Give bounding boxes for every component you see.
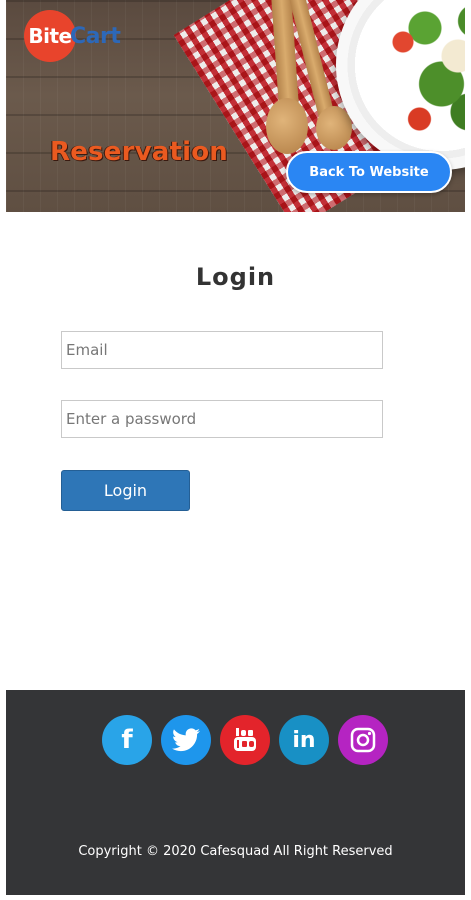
email-input[interactable]	[61, 331, 383, 369]
password-input[interactable]	[61, 400, 383, 438]
footer: f in Copyright © 2020 Cafesquad All Righ…	[6, 690, 465, 895]
facebook-icon[interactable]: f	[102, 715, 152, 765]
twitter-icon[interactable]	[161, 715, 211, 765]
logo-text-bite: Bite	[28, 24, 72, 48]
salad-image	[381, 0, 465, 140]
logo-circle: Bite	[24, 10, 76, 62]
login-button[interactable]: Login	[61, 470, 190, 511]
copyright-text: Copyright © 2020 Cafesquad All Right Res…	[78, 844, 393, 859]
reservation-title: Reservation	[50, 137, 228, 167]
spoon-head-decoration	[266, 98, 308, 154]
youtube-icon[interactable]	[220, 715, 270, 765]
instagram-icon[interactable]	[338, 715, 388, 765]
linkedin-icon[interactable]: in	[279, 715, 329, 765]
hero-banner: Bite Cart Reservation Back To Website	[6, 0, 465, 212]
login-heading: Login	[195, 263, 276, 291]
back-to-website-button[interactable]: Back To Website	[286, 151, 452, 193]
bitecart-logo[interactable]: Bite Cart	[24, 10, 121, 62]
page: Bite Cart Reservation Back To Website Lo…	[6, 0, 465, 900]
social-links: f in	[102, 715, 388, 765]
logo-text-cart: Cart	[70, 23, 121, 49]
